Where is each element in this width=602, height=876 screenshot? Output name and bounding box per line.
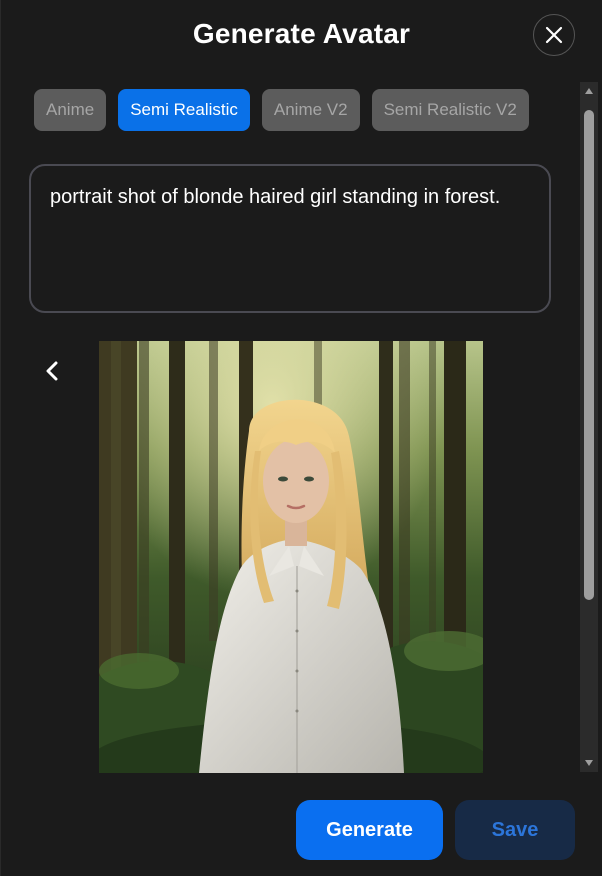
chevron-left-icon — [46, 361, 58, 381]
style-tabs: Anime Semi Realistic Anime V2 Semi Reali… — [34, 89, 529, 131]
triangle-down-icon — [585, 760, 593, 766]
scrollbar-thumb[interactable] — [584, 110, 594, 600]
generate-button[interactable]: Generate — [296, 800, 443, 860]
tab-anime-v2[interactable]: Anime V2 — [261, 89, 360, 131]
triangle-up-icon — [585, 88, 593, 94]
scroll-down-arrow[interactable] — [580, 754, 598, 772]
dialog-title: Generate Avatar — [192, 18, 411, 49]
generated-avatar-image — [99, 341, 483, 773]
save-button[interactable]: Save — [455, 800, 575, 860]
tab-semi-realistic-v2[interactable]: Semi Realistic V2 — [371, 89, 529, 131]
previous-image-button[interactable] — [39, 356, 65, 386]
close-button[interactable] — [533, 14, 575, 56]
tab-semi-realistic[interactable]: Semi Realistic — [118, 89, 250, 131]
tab-anime[interactable]: Anime — [34, 89, 107, 131]
preview-area — [1, 340, 581, 773]
close-icon — [545, 26, 563, 44]
generate-avatar-dialog: Generate Avatar Anime Semi Realistic Ani… — [0, 0, 602, 876]
scroll-up-arrow[interactable] — [580, 82, 598, 100]
prompt-textarea[interactable]: portrait shot of blonde haired girl stan… — [29, 164, 551, 313]
vertical-scrollbar[interactable] — [580, 82, 598, 772]
